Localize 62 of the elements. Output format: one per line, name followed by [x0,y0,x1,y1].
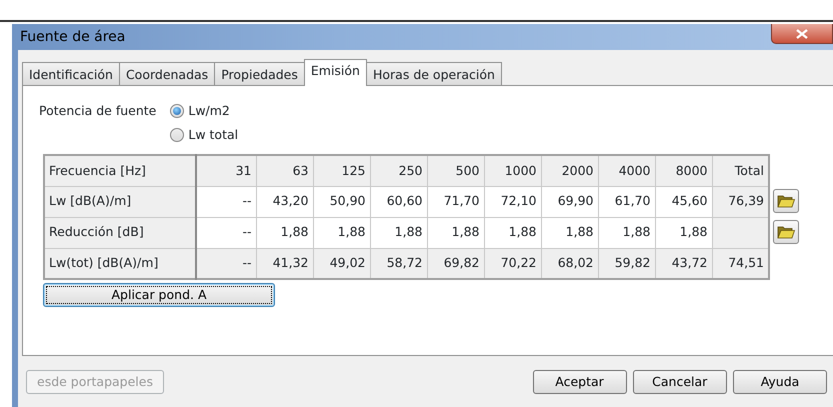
column-header: Frecuencia [Hz] [44,155,196,186]
radio-option[interactable]: Lw total [170,124,238,146]
dialog-button[interactable]: Cancelar [632,370,727,394]
close-icon [796,28,808,38]
table-cell: 59,82 [598,248,655,280]
table-cell: 69,82 [427,248,484,280]
column-header: Total [712,155,769,186]
table-cell[interactable]: -- [196,217,256,248]
field-label: Potencia de fuente [39,102,156,120]
tab[interactable]: Propiedades [214,62,305,85]
table-cell[interactable]: 43,20 [256,186,313,218]
radio-option[interactable]: Lw/m2 [170,100,238,122]
column-header: 31 [196,155,256,186]
column-header: 125 [313,155,370,186]
tab[interactable]: Coordenadas [118,62,216,85]
dialog-button[interactable]: Ayuda [733,370,827,394]
window-title: Fuente de área [19,28,126,46]
column-header: 8000 [655,155,712,186]
tab[interactable]: Identificación [22,62,120,85]
row-header: Lw(tot) [dB(A)/m] [44,248,196,280]
table-cell[interactable]: 1,88 [256,217,313,248]
table-cell[interactable]: 61,70 [598,186,655,218]
table-cell: -- [196,248,256,280]
column-header: 1000 [484,155,541,186]
table-cell: 41,32 [256,248,313,280]
table-cell: 70,22 [484,248,541,280]
table-cell[interactable]: -- [196,186,256,218]
row-header: Lw [dB(A)/m] [44,186,196,218]
dialog-button[interactable]: Aceptar [532,370,626,394]
table-cell[interactable]: 1,88 [655,217,712,248]
table-cell: 43,72 [655,248,712,280]
column-header: 2000 [541,155,598,186]
table-cell[interactable]: 50,90 [313,186,370,218]
column-header: 4000 [598,155,655,186]
table-cell: 68,02 [541,248,598,280]
table-cell: 76,39 [712,186,769,218]
import-button[interactable] [773,188,800,213]
tab[interactable]: Emisión [304,59,367,86]
column-header: 500 [427,155,484,186]
apply-weighting-button[interactable]: Aplicar pond. A [43,283,275,308]
table-cell[interactable]: 72,10 [484,186,541,218]
table-cell: 74,51 [712,248,769,280]
folder-icon [777,224,796,239]
column-header: 63 [256,155,313,186]
table-cell[interactable]: 60,60 [370,186,427,218]
folder-icon [777,194,796,208]
table-cell[interactable]: 1,88 [598,217,655,248]
table-cell[interactable]: 1,88 [370,217,427,248]
import-button[interactable] [773,220,800,244]
table-cell: 49,02 [313,248,370,280]
column-header: 250 [370,155,427,186]
tab[interactable]: Horas de operación [366,62,502,85]
row-header: Reducción [dB] [44,217,196,248]
table-cell[interactable]: 69,90 [541,186,598,218]
table-cell[interactable]: 1,88 [313,217,370,248]
table-cell[interactable]: 45,60 [655,186,712,218]
table-cell[interactable]: 71,70 [427,186,484,218]
table-cell[interactable]: 1,88 [541,217,598,248]
table-cell[interactable]: 1,88 [484,217,541,248]
table-cell[interactable]: 1,88 [427,217,484,248]
close-button[interactable] [771,24,833,44]
table-cell: 58,72 [370,248,427,280]
